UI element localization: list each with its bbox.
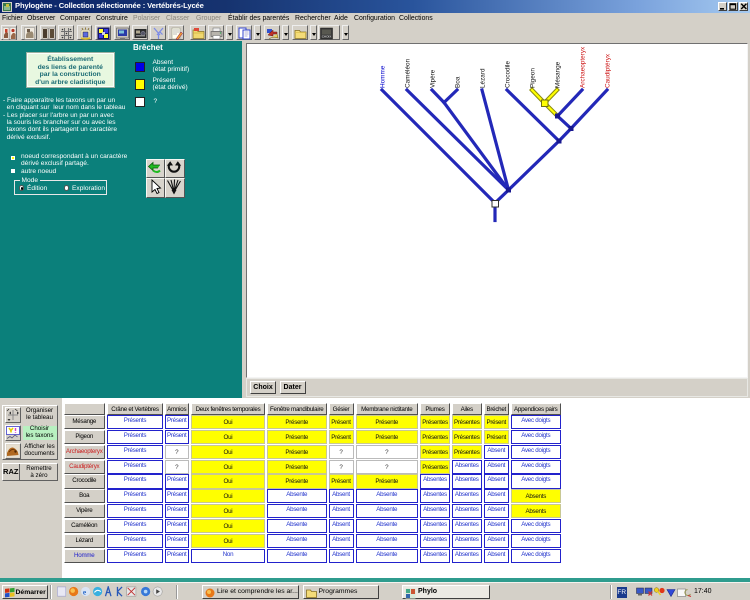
svg-text:Lézard: Lézard bbox=[479, 68, 486, 88]
svg-text:CHOIX: CHOIX bbox=[321, 34, 331, 38]
svg-text:Boa: Boa bbox=[454, 76, 461, 88]
svg-text:Caméléon: Caméléon bbox=[404, 58, 411, 88]
svg-text:Homme: Homme bbox=[379, 65, 386, 88]
svg-text:Archaeopteryx: Archaeopteryx bbox=[579, 45, 586, 87]
svg-text:Caudiptéryx: Caudiptéryx bbox=[604, 53, 611, 88]
svg-text:Mésange: Mésange bbox=[554, 61, 561, 88]
svg-text:Vipère: Vipère bbox=[429, 69, 436, 88]
svg-text:Pigeon: Pigeon bbox=[529, 67, 536, 87]
svg-text:Crocodile: Crocodile bbox=[504, 60, 511, 87]
